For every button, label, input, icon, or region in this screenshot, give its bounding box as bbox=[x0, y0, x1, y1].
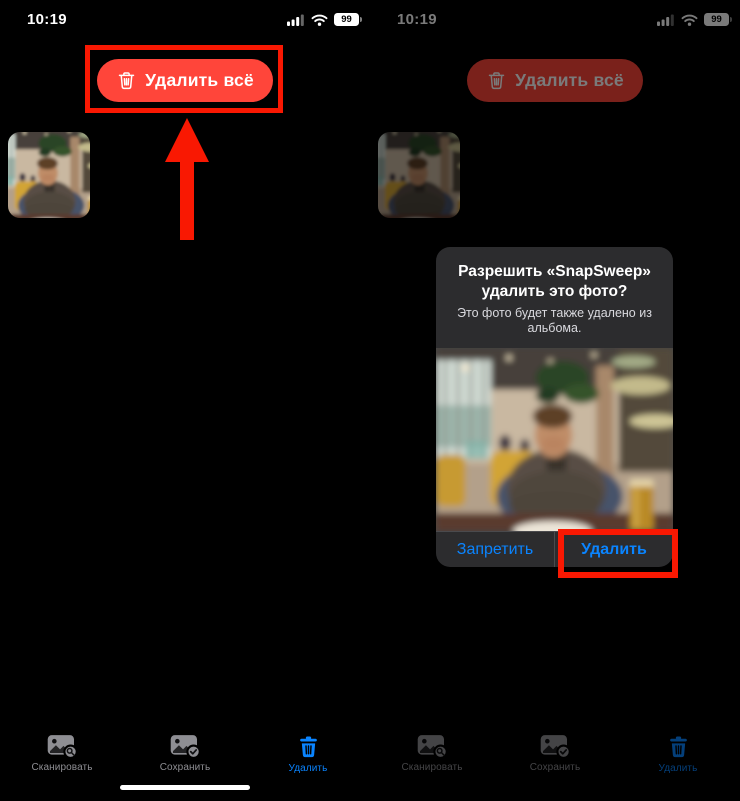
cellular-signal-icon bbox=[287, 14, 304, 26]
tab-scan-label: Сканировать bbox=[31, 762, 93, 773]
tab-scan[interactable]: Сканировать bbox=[0, 734, 124, 773]
delete-permission-dialog: Разрешить «SnapSweep» удалить это фото? … bbox=[436, 247, 673, 567]
delete-all-label: Удалить всё bbox=[145, 70, 254, 90]
status-time: 10:19 bbox=[27, 11, 67, 28]
confirm-delete-button[interactable]: Удалить bbox=[554, 532, 673, 567]
photo-scan-icon bbox=[47, 735, 77, 758]
photo-save-icon bbox=[170, 735, 200, 758]
screenshot-root: 10:19 99 Удалить всё Сканировать Сохрани… bbox=[0, 0, 740, 801]
deny-button[interactable]: Запретить bbox=[436, 532, 554, 567]
annotation-arrow-icon bbox=[165, 118, 209, 240]
trash-icon bbox=[118, 72, 135, 90]
status-bar: 10:19 99 bbox=[0, 0, 370, 34]
phone-screen-left: 10:19 99 Удалить всё Сканировать Сохрани… bbox=[0, 0, 370, 801]
phone-screen-right: 10:19 99 Удалить всё bbox=[370, 0, 740, 801]
battery-icon: 99 bbox=[334, 13, 362, 26]
dialog-message: Это фото будет также удалено из альбома. bbox=[457, 306, 652, 335]
dialog-title: Разрешить «SnapSweep» удалить это фото? bbox=[458, 263, 651, 300]
photo-thumbnail[interactable] bbox=[8, 132, 90, 218]
home-indicator[interactable] bbox=[120, 785, 250, 790]
tab-delete[interactable]: Удалить bbox=[246, 734, 370, 774]
delete-all-button[interactable]: Удалить всё bbox=[97, 59, 273, 102]
battery-percent: 99 bbox=[341, 14, 352, 25]
tab-save-label: Сохранить bbox=[159, 762, 211, 773]
tab-delete-label: Удалить bbox=[288, 763, 328, 774]
tab-save[interactable]: Сохранить bbox=[123, 734, 247, 773]
tab-bar: Сканировать Сохранить Удалить bbox=[0, 730, 370, 801]
wifi-icon bbox=[311, 14, 328, 26]
trash-tab-icon bbox=[298, 735, 318, 758]
dialog-photo-preview bbox=[436, 348, 673, 531]
